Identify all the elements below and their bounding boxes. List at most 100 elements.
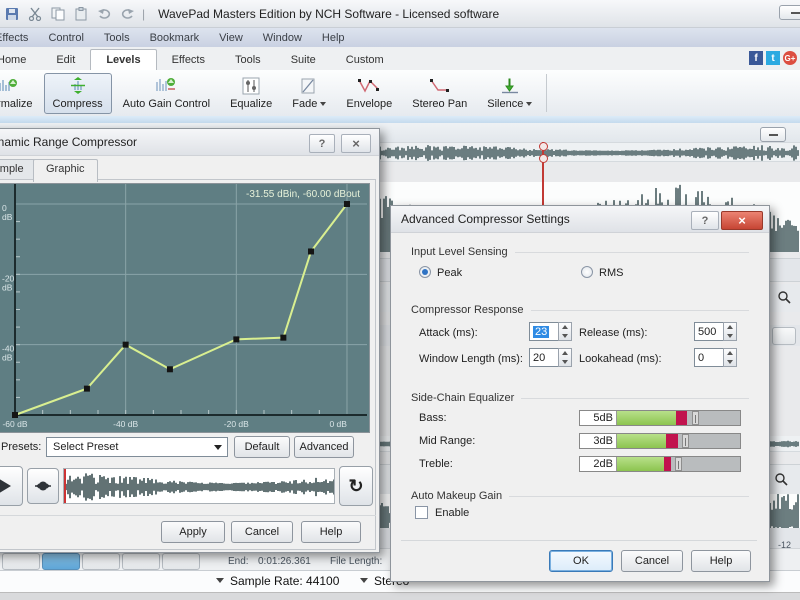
cancel-button[interactable]: Cancel — [231, 521, 293, 543]
tab-graphic[interactable]: Graphic — [33, 159, 98, 182]
view-button[interactable] — [162, 553, 200, 570]
view-button[interactable] — [122, 553, 160, 570]
view-button-selected[interactable] — [42, 553, 80, 570]
sample-rate-dropdown-icon[interactable] — [216, 578, 224, 583]
menu-item-effects[interactable]: Effects — [0, 32, 38, 44]
googleplus-icon[interactable]: G+ — [783, 51, 797, 65]
save-icon[interactable] — [4, 6, 20, 22]
paste-icon[interactable] — [73, 6, 89, 22]
compress-button[interactable]: Compress — [43, 72, 112, 114]
auto-gain-control-button[interactable]: Auto Gain Control — [114, 73, 219, 114]
tab-effects[interactable]: Effects — [157, 50, 220, 70]
menu-item-control[interactable]: Control — [38, 32, 93, 44]
view-button[interactable] — [82, 553, 120, 570]
peak-radio[interactable] — [419, 266, 431, 278]
release-label: Release (ms): — [579, 327, 648, 339]
advanced-dialog-titlebar[interactable]: Advanced Compressor Settings ? × — [391, 206, 769, 233]
twitter-icon[interactable]: t — [766, 51, 780, 65]
copy-icon[interactable] — [50, 6, 66, 22]
magnifier-icon[interactable] — [774, 472, 788, 486]
channels-dropdown-icon[interactable] — [360, 578, 368, 583]
treble-slider-handle[interactable] — [674, 457, 682, 471]
silence-dropdown-icon[interactable] — [526, 101, 533, 106]
tab-levels[interactable]: Levels — [90, 49, 157, 71]
advanced-close-icon[interactable]: × — [721, 211, 763, 230]
silence-button[interactable]: Silence — [478, 73, 541, 114]
preview-loop-button[interactable] — [27, 468, 59, 504]
release-spinner[interactable] — [723, 322, 737, 341]
rms-radio[interactable] — [581, 266, 593, 278]
compressor-dialog-titlebar[interactable]: Dynamic Range Compressor ? × — [0, 129, 379, 156]
window-title: WavePad Masters Edition by NCH Software … — [158, 6, 500, 21]
envelope-button[interactable]: Envelope — [337, 73, 401, 114]
menu-item-bookmark[interactable]: Bookmark — [140, 32, 210, 44]
fade-button[interactable]: Fade — [283, 73, 335, 114]
advanced-button[interactable]: Advanced — [294, 436, 354, 458]
tab-edit[interactable]: Edit — [41, 50, 90, 70]
preset-select[interactable]: Select Preset — [46, 437, 228, 457]
release-input[interactable]: 500 — [694, 322, 724, 341]
compressor-close-icon[interactable]: × — [341, 134, 371, 153]
bass-slider[interactable]: 5dB — [579, 410, 741, 426]
tab-custom[interactable]: Custom — [331, 50, 399, 70]
lookahead-input[interactable]: 0 — [694, 348, 724, 367]
preview-reset-button[interactable]: ↻ — [339, 466, 373, 506]
view-button[interactable] — [2, 553, 40, 570]
undo-icon[interactable] — [96, 6, 112, 22]
redo-icon[interactable] — [119, 6, 135, 22]
wave-window-minimize-button[interactable] — [760, 127, 786, 142]
menu-item-tools[interactable]: Tools — [94, 32, 140, 44]
attack-input[interactable]: 23 — [529, 322, 559, 341]
tab-suite[interactable]: Suite — [276, 50, 331, 70]
attack-spinner[interactable] — [558, 322, 572, 341]
preview-play-button[interactable] — [0, 466, 23, 506]
compressor-dialog: Dynamic Range Compressor ? × Simple Grap… — [0, 128, 380, 553]
enable-label[interactable]: Enable — [435, 507, 469, 519]
lookahead-spinner[interactable] — [723, 348, 737, 367]
mid-range-slider-handle[interactable] — [682, 434, 690, 448]
peak-label[interactable]: Peak — [437, 267, 462, 279]
treble-slider[interactable]: 2dB — [579, 456, 741, 472]
window-length-spinner[interactable] — [558, 348, 572, 367]
tab-simple[interactable]: Simple — [0, 159, 37, 179]
compressor-help-icon[interactable]: ? — [309, 134, 335, 153]
rms-label[interactable]: RMS — [599, 267, 623, 279]
menu-item-window[interactable]: Window — [253, 32, 312, 44]
tab-home[interactable]: Home — [0, 50, 41, 70]
window-minimize-button[interactable] — [779, 5, 800, 20]
compression-graph[interactable]: 0 dB -20 dB -40 dB -60 dB -40 dB -20 dB 0 dB -31.5… — [0, 183, 370, 433]
presets-label: Presets: — [1, 441, 42, 453]
mid-range-slider[interactable]: 3dB — [579, 433, 741, 449]
track-button[interactable] — [772, 327, 796, 345]
sample-rate-value[interactable]: Sample Rate: 44100 — [230, 574, 339, 588]
tab-tools[interactable]: Tools — [220, 50, 276, 70]
stereo-pan-button[interactable]: Stereo Pan — [403, 73, 476, 114]
advanced-help-icon[interactable]: ? — [691, 211, 719, 230]
window-length-input[interactable]: 20 — [529, 348, 559, 367]
fade-dropdown-icon[interactable] — [320, 101, 327, 106]
cut-icon[interactable] — [27, 6, 43, 22]
ok-button[interactable]: OK — [549, 550, 613, 572]
menu-item-view[interactable]: View — [209, 32, 253, 44]
enable-checkbox[interactable] — [415, 506, 428, 519]
magnifier-icon[interactable] — [777, 290, 791, 304]
play-icon — [0, 477, 11, 495]
compressor-response-group: Compressor Response — [411, 304, 749, 316]
equalize-button[interactable]: Equalize — [221, 73, 281, 114]
input-level-sensing-group: Input Level Sensing — [411, 246, 749, 258]
apply-button[interactable]: Apply — [161, 521, 225, 543]
preset-value: Select Preset — [53, 441, 119, 453]
default-button[interactable]: Default — [234, 436, 290, 458]
cursor-handle-bottom[interactable] — [539, 154, 548, 163]
side-chain-eq-group: Side-Chain Equalizer — [411, 392, 749, 404]
cursor-handle-top[interactable] — [539, 142, 548, 151]
normalize-button[interactable]: Normalize — [0, 73, 42, 114]
cancel-button[interactable]: Cancel — [621, 550, 683, 572]
facebook-icon[interactable]: f — [749, 51, 763, 65]
menu-item-help[interactable]: Help — [312, 32, 355, 44]
bass-slider-handle[interactable] — [692, 411, 700, 425]
help-button[interactable]: Help — [691, 550, 751, 572]
end-value: 0:01:26.361 — [258, 556, 311, 567]
help-button[interactable]: Help — [301, 521, 361, 543]
title-bar: | WavePad Masters Edition by NCH Softwar… — [0, 0, 800, 28]
